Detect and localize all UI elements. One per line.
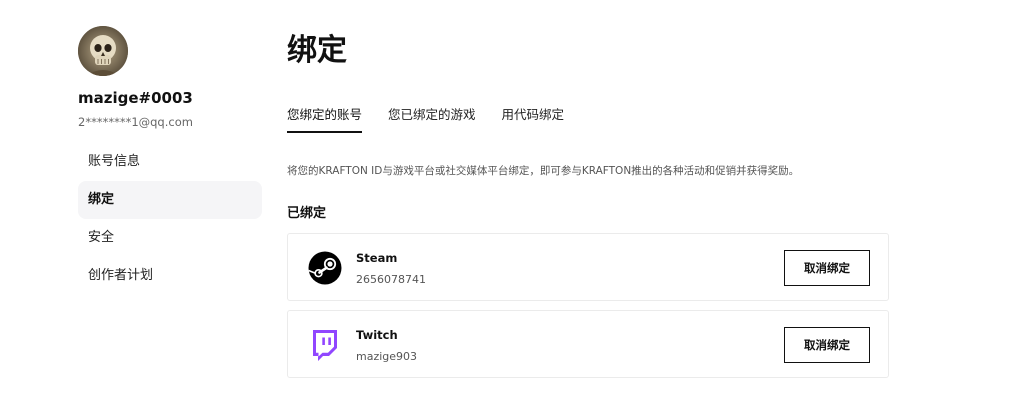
steam-icon <box>308 251 342 285</box>
avatar[interactable] <box>78 26 128 76</box>
sidebar-item-account-info[interactable]: 账号信息 <box>78 143 262 181</box>
unbind-twitch-button[interactable]: 取消绑定 <box>784 327 870 363</box>
tab-linked-accounts[interactable]: 您绑定的账号 <box>287 104 363 133</box>
user-email: 2********1@qq.com <box>78 115 193 129</box>
sidebar-nav: 账号信息 绑定 安全 创作者计划 <box>78 143 262 295</box>
skull-avatar-icon <box>78 26 128 76</box>
sidebar-item-security[interactable]: 安全 <box>78 219 262 257</box>
linked-account-card-steam: Steam 2656078741 取消绑定 <box>287 233 889 301</box>
platform-name: Twitch <box>356 328 398 342</box>
platform-account-id: 2656078741 <box>356 273 426 286</box>
account-binding-page: mazige#0003 2********1@qq.com 账号信息 绑定 安全… <box>0 0 1024 406</box>
twitch-icon <box>313 330 337 361</box>
linked-account-card-twitch: Twitch mazige903 取消绑定 <box>287 310 889 378</box>
username: mazige#0003 <box>78 89 193 107</box>
tab-bar: 您绑定的账号 您已绑定的游戏 用代码绑定 <box>287 104 564 133</box>
unbind-steam-button[interactable]: 取消绑定 <box>784 250 870 286</box>
binding-description: 将您的KRAFTON ID与游戏平台或社交媒体平台绑定，即可参与KRAFTON推… <box>287 165 800 177</box>
tab-bind-with-code[interactable]: 用代码绑定 <box>502 104 565 133</box>
tab-linked-games[interactable]: 您已绑定的游戏 <box>388 104 476 133</box>
platform-account-id: mazige903 <box>356 350 418 363</box>
page-title: 绑定 <box>287 33 347 68</box>
platform-name: Steam <box>356 251 398 265</box>
sidebar-item-binding[interactable]: 绑定 <box>78 181 262 219</box>
section-title-linked: 已绑定 <box>287 206 327 221</box>
sidebar-item-creator-program[interactable]: 创作者计划 <box>78 257 262 295</box>
